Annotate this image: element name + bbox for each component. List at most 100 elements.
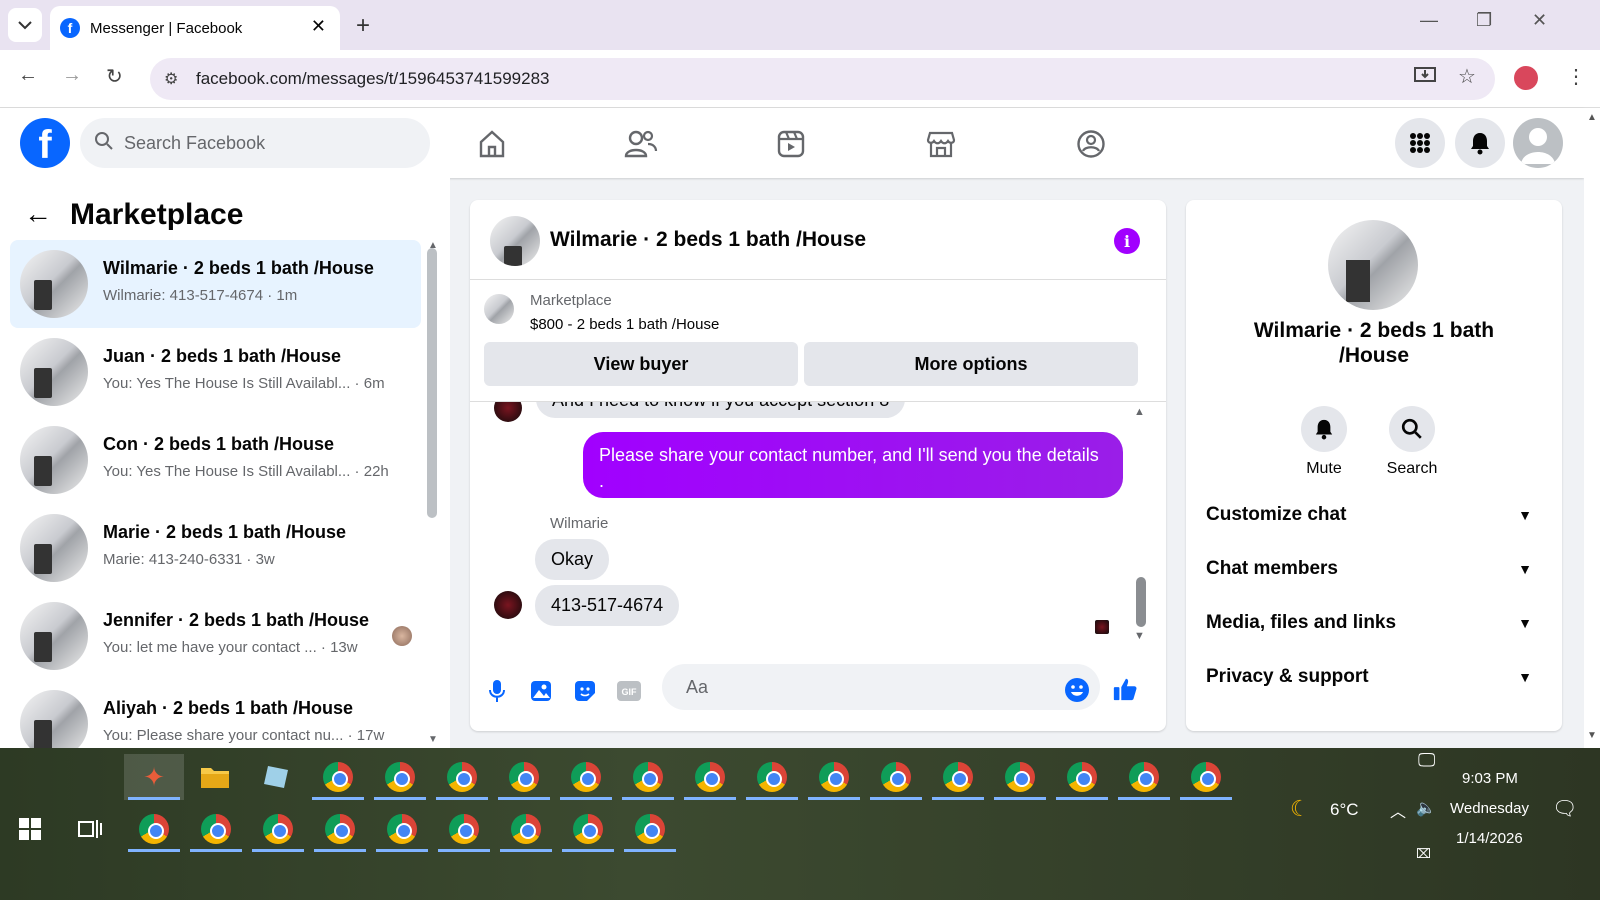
- notification-center-icon[interactable]: 🗨: [1552, 796, 1577, 821]
- address-bar[interactable]: ⚙ facebook.com/messages/t/15964537415992…: [150, 58, 1495, 100]
- bookmark-star-icon[interactable]: ☆: [1458, 64, 1476, 89]
- emoji-icon[interactable]: [1064, 677, 1090, 703]
- chat-title[interactable]: Wilmarie · 2 beds 1 bath /House: [550, 228, 866, 252]
- account-avatar[interactable]: [1513, 118, 1563, 168]
- chrome-taskbar-button[interactable]: [434, 806, 494, 852]
- chrome-taskbar-button[interactable]: [124, 806, 184, 852]
- scroll-down-arrow-icon[interactable]: ▼: [1134, 630, 1145, 642]
- chrome-taskbar-button[interactable]: [928, 754, 988, 800]
- volume-icon[interactable]: 🔈: [1416, 798, 1436, 818]
- close-tab-icon[interactable]: ✕: [311, 16, 326, 37]
- conversation-item[interactable]: Juan · 2 beds 1 bath /House You: Yes The…: [10, 328, 421, 416]
- chrome-taskbar-button[interactable]: [620, 806, 680, 852]
- taskbar-app[interactable]: ✦: [124, 754, 184, 800]
- home-icon[interactable]: [472, 124, 512, 164]
- clock-date[interactable]: 1/14/2026: [1456, 830, 1523, 847]
- conversation-item[interactable]: Marie · 2 beds 1 bath /House Marie: 413-…: [10, 504, 421, 592]
- chrome-taskbar-button[interactable]: [558, 806, 618, 852]
- friends-icon[interactable]: [621, 124, 661, 164]
- menu-grid-icon[interactable]: [1395, 118, 1445, 168]
- photo-icon[interactable]: [528, 678, 554, 704]
- back-arrow-icon[interactable]: ←: [24, 198, 52, 230]
- customize-chat-section[interactable]: Customize chat ▼: [1206, 493, 1542, 537]
- groups-icon[interactable]: [1071, 124, 1111, 164]
- chrome-taskbar-button[interactable]: [990, 754, 1050, 800]
- reload-icon[interactable]: ↻: [106, 64, 123, 89]
- chrome-taskbar-button[interactable]: [1176, 754, 1236, 800]
- facebook-search-input[interactable]: Search Facebook: [80, 118, 430, 168]
- chrome-taskbar-button[interactable]: [866, 754, 926, 800]
- media-files-links-section[interactable]: Media, files and links ▼: [1206, 601, 1542, 645]
- restore-icon[interactable]: ❐: [1476, 10, 1492, 31]
- video-icon[interactable]: [771, 124, 811, 164]
- chrome-taskbar-button[interactable]: [308, 754, 368, 800]
- conversation-info-icon[interactable]: i: [1114, 228, 1140, 254]
- message-input[interactable]: Aa: [662, 664, 1100, 710]
- privacy-support-section[interactable]: Privacy & support ▼: [1206, 655, 1542, 699]
- taskbar-app[interactable]: [246, 754, 306, 800]
- mute-button[interactable]: Mute: [1284, 406, 1364, 478]
- message-scrollbar[interactable]: [1136, 577, 1146, 627]
- conversation-item[interactable]: Con · 2 beds 1 bath /House You: Yes The …: [10, 416, 421, 504]
- search-in-conversation-button[interactable]: Search: [1372, 406, 1452, 478]
- menu-kebab-icon[interactable]: ⋮: [1566, 64, 1586, 89]
- file-explorer-button[interactable]: [185, 754, 245, 800]
- chrome-taskbar-button[interactable]: [494, 754, 554, 800]
- scroll-down-arrow-icon[interactable]: ▼: [1587, 730, 1597, 741]
- like-thumbs-up-icon[interactable]: [1112, 676, 1138, 702]
- chrome-taskbar-button[interactable]: [248, 806, 308, 852]
- chat-members-section[interactable]: Chat members ▼: [1206, 547, 1542, 591]
- conversation-item[interactable]: Aliyah · 2 beds 1 bath /House You: Pleas…: [10, 680, 421, 748]
- forward-arrow-icon[interactable]: →: [62, 64, 82, 87]
- install-app-icon[interactable]: [1414, 66, 1436, 92]
- new-tab-button[interactable]: +: [356, 12, 370, 40]
- display-icon[interactable]: 🖵: [1418, 750, 1435, 771]
- scroll-down-arrow-icon[interactable]: ▼: [428, 734, 438, 745]
- chrome-taskbar-button[interactable]: [496, 806, 556, 852]
- clock-time[interactable]: 9:03 PM: [1462, 770, 1518, 787]
- gif-icon[interactable]: GIF: [616, 678, 642, 704]
- scroll-up-arrow-icon[interactable]: ▲: [1134, 406, 1145, 418]
- facebook-logo[interactable]: f: [20, 118, 70, 168]
- chrome-taskbar-button[interactable]: [556, 754, 616, 800]
- sticker-icon[interactable]: [572, 678, 598, 704]
- view-buyer-button[interactable]: View buyer: [484, 342, 798, 386]
- microphone-icon[interactable]: [484, 678, 510, 704]
- back-arrow-icon[interactable]: ←: [18, 64, 38, 87]
- tab-search-button[interactable]: [8, 8, 42, 42]
- weather-temperature[interactable]: 6°C: [1330, 800, 1359, 820]
- chrome-taskbar-button[interactable]: [372, 806, 432, 852]
- task-view-button[interactable]: [60, 806, 120, 852]
- page-scrollbar[interactable]: ▲ ▼: [1584, 108, 1600, 748]
- network-icon[interactable]: ⌧: [1416, 846, 1431, 862]
- moon-weather-icon[interactable]: ☾: [1290, 796, 1310, 822]
- profile-avatar-icon[interactable]: [1514, 66, 1538, 90]
- chrome-taskbar-button[interactable]: [370, 754, 430, 800]
- browser-tab[interactable]: f Messenger | Facebook ✕: [50, 6, 340, 50]
- chrome-taskbar-button[interactable]: [742, 754, 802, 800]
- marketplace-icon[interactable]: [921, 124, 961, 164]
- chrome-taskbar-button[interactable]: [618, 754, 678, 800]
- conversation-item[interactable]: Wilmarie · 2 beds 1 bath /House Wilmarie…: [10, 240, 421, 328]
- chrome-taskbar-button[interactable]: [186, 806, 246, 852]
- chrome-taskbar-button[interactable]: [1114, 754, 1174, 800]
- conversation-item[interactable]: Jennifer · 2 beds 1 bath /House You: let…: [10, 592, 421, 680]
- start-button[interactable]: [0, 806, 60, 852]
- minimize-icon[interactable]: —: [1420, 10, 1438, 31]
- conversation-list-scrollbar[interactable]: [427, 248, 437, 518]
- notifications-bell-icon[interactable]: [1455, 118, 1505, 168]
- chrome-taskbar-button[interactable]: [804, 754, 864, 800]
- chat-avatar[interactable]: [490, 216, 540, 266]
- chrome-taskbar-button[interactable]: [310, 806, 370, 852]
- chrome-taskbar-button[interactable]: [432, 754, 492, 800]
- more-options-button[interactable]: More options: [804, 342, 1138, 386]
- listing-title[interactable]: $800 - 2 beds 1 bath /House: [530, 316, 719, 333]
- clock-day[interactable]: Wednesday: [1450, 800, 1529, 817]
- site-info-icon[interactable]: ⚙: [164, 69, 178, 89]
- window-close-icon[interactable]: ✕: [1532, 10, 1547, 31]
- chrome-taskbar-button[interactable]: [680, 754, 740, 800]
- chrome-taskbar-button[interactable]: [1052, 754, 1112, 800]
- scroll-up-arrow-icon[interactable]: ▲: [1587, 112, 1597, 123]
- show-hidden-icons-chevron-icon[interactable]: ︿: [1390, 798, 1406, 822]
- listing-avatar[interactable]: [1328, 220, 1418, 310]
